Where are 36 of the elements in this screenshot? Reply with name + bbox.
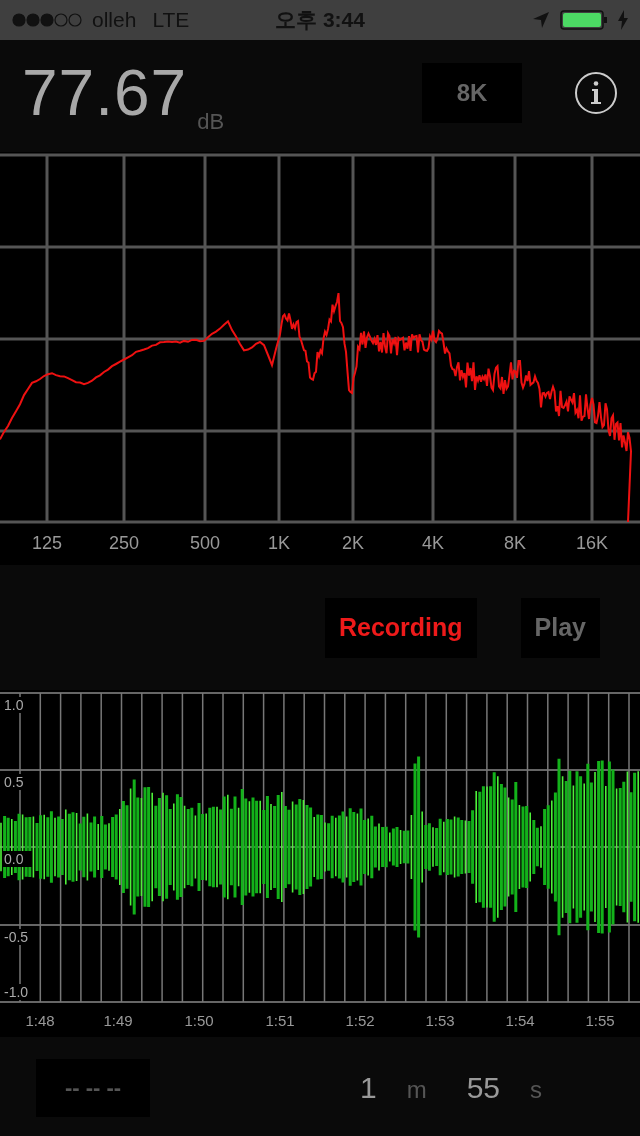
- signal-icon: [12, 12, 84, 28]
- time-label: 1:51: [265, 1012, 295, 1029]
- sound-level-reading: 77.67: [22, 55, 188, 130]
- frequency-label: 500: [190, 533, 220, 554]
- amplitude-label: 0.5: [4, 774, 24, 790]
- info-icon[interactable]: [574, 70, 618, 115]
- charging-icon: [618, 10, 628, 30]
- amplitude-label: -1.0: [4, 984, 29, 1000]
- frequency-label: 125: [32, 533, 62, 554]
- frequency-label: 16K: [576, 533, 608, 554]
- unit-label: dB: [197, 109, 225, 135]
- seconds-value: 55: [466, 1070, 500, 1105]
- amplitude-label: 0.0: [4, 851, 24, 867]
- frequency-label: 1K: [268, 533, 290, 554]
- time-label: 1:52: [345, 1012, 375, 1029]
- battery-icon: [560, 10, 608, 30]
- frequency-label: 2K: [342, 533, 364, 554]
- frequency-label: 250: [109, 533, 139, 554]
- minutes-value: 1: [359, 1070, 377, 1105]
- seconds-unit: s: [530, 1075, 542, 1104]
- amplitude-label: 1.0: [4, 697, 24, 713]
- time-display: -- -- --: [36, 1058, 150, 1117]
- time-label: 1:54: [505, 1012, 535, 1029]
- time-label: 1:48: [25, 1012, 55, 1029]
- time-label: 1:50: [184, 1012, 214, 1029]
- time-label: 1:53: [425, 1012, 455, 1029]
- amplitude-label: -0.5: [4, 929, 29, 945]
- range-button[interactable]: 8K: [422, 62, 522, 123]
- location-arrow-icon: [532, 11, 550, 29]
- minutes-unit: m: [406, 1075, 427, 1104]
- frequency-label: 4K: [422, 533, 444, 554]
- frequency-label: 8K: [504, 533, 526, 554]
- time-label: 1:49: [103, 1012, 133, 1029]
- mode-button[interactable]: Play: [520, 597, 600, 658]
- mode-button[interactable]: Recording: [324, 597, 477, 658]
- time-label: 1:55: [585, 1012, 615, 1029]
